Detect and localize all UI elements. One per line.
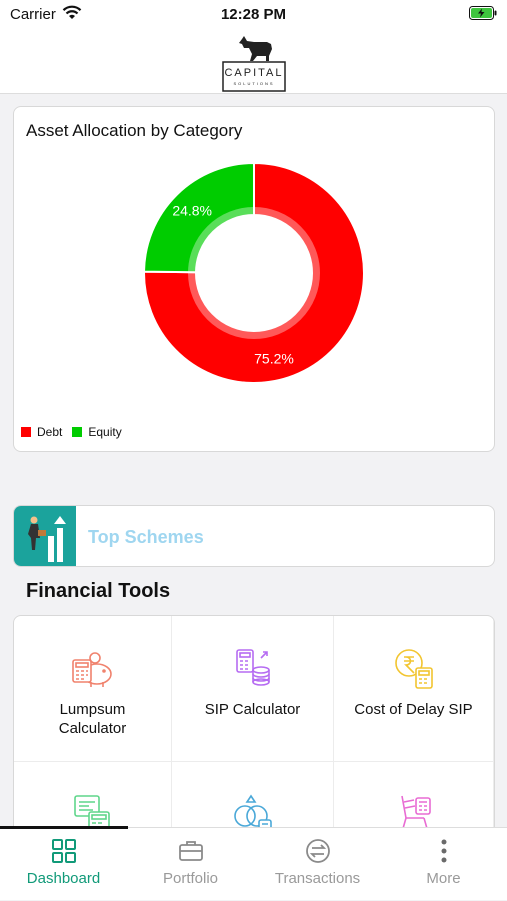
tool-label: SIP Calculator [204,701,301,718]
app-header: CAPITAL SOLUTIONS [0,30,507,94]
top-schemes-image [14,506,76,566]
coins-calculator-icon [235,649,270,686]
grid-icon [51,839,76,863]
chart-legend: Debt Equity [21,425,122,439]
tool-cost-of-delay-sip[interactable]: Cost of Delay SIP [334,616,494,762]
bottom-tab-bar: Dashboard Portfolio Transactions More [0,826,507,901]
tool-sip-calculator[interactable]: SIP Calculator [172,616,334,762]
legend-item-debt[interactable]: Debt [21,425,62,439]
battery-charging-icon [469,6,497,24]
tool-label: Lumpsum Calculator [58,701,127,737]
capital-solutions-logo[interactable]: CAPITAL SOLUTIONS [209,34,299,92]
tab-dashboard[interactable]: Dashboard [0,828,127,901]
asset-allocation-title: Asset Allocation by Category [26,121,243,140]
allocation-donut-chart: 75.2% 24.8% [142,161,365,384]
rupee-calculator-icon [394,649,433,689]
tab-label: Portfolio [162,870,219,887]
top-schemes-card[interactable]: Top Schemes [13,505,495,567]
briefcase-icon [178,841,203,861]
tab-label: Transactions [274,870,361,887]
legend-label-debt: Debt [37,425,63,439]
exchange-icon [305,839,330,863]
financial-tools-title: Financial Tools [26,580,171,602]
tool-label: Cost of Delay SIP [354,701,473,718]
tool-lumpsum-calculator[interactable]: Lumpsum Calculator [14,616,172,762]
legend-label-equity: Equity [88,425,122,439]
legend-swatch-equity [72,427,83,437]
asset-allocation-card: Asset Allocation by Category 75.2% 24.8% … [13,106,495,452]
tab-more[interactable]: More [380,828,507,901]
legend-swatch-debt [21,427,31,437]
donut-label-debt: 75.2% [254,351,294,367]
tab-portfolio[interactable]: Portfolio [127,828,254,901]
tab-transactions[interactable]: Transactions [254,828,381,901]
more-vertical-icon [441,839,446,863]
legend-item-equity[interactable]: Equity [72,425,122,439]
donut-label-equity: 24.8% [172,202,212,218]
tab-label: More [426,870,461,887]
clock: 12:28 PM [220,6,287,23]
financial-tools-grid: Lumpsum Calculator SIP Calculator Cost o… [13,615,495,845]
tab-label: Dashboard [26,870,101,887]
logo-subtext: SOLUTIONS [233,81,275,86]
status-bar: Carrier 12:28 PM [0,0,507,30]
logo-text: CAPITAL [224,67,284,79]
piggy-bank-icon [71,652,112,687]
top-schemes-label: Top Schemes [88,527,204,547]
